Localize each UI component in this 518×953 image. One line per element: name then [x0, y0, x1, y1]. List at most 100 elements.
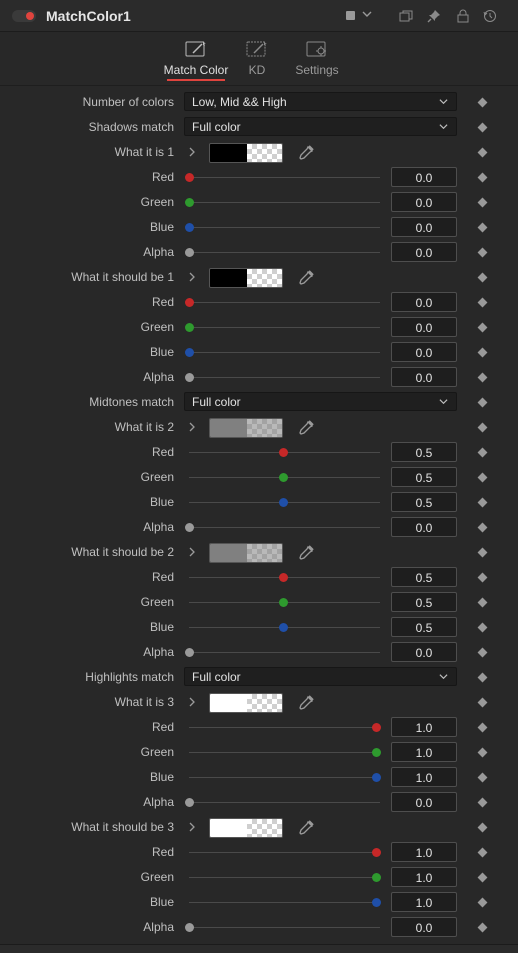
blue-value-field[interactable]: 0.5 [391, 617, 457, 637]
keyframe-diamond-icon[interactable] [477, 872, 488, 883]
chevron-right-icon[interactable] [187, 271, 197, 283]
green-slider-handle[interactable] [185, 198, 194, 207]
blue-value-field[interactable]: 1.0 [391, 767, 457, 787]
alpha-slider-handle[interactable] [185, 648, 194, 657]
blue-value-field[interactable]: 0.5 [391, 492, 457, 512]
alpha-value-field[interactable]: 0.0 [391, 642, 457, 662]
red-value-field[interactable]: 0.0 [391, 167, 457, 187]
green-slider-handle[interactable] [278, 473, 288, 482]
red-slider-track[interactable] [189, 727, 380, 728]
blue-value-field[interactable]: 0.0 [391, 217, 457, 237]
keyframe-diamond-icon[interactable] [477, 497, 488, 508]
alpha-slider-track[interactable] [189, 802, 380, 803]
keyframe-diamond-icon[interactable] [477, 597, 488, 608]
red-value-field[interactable]: 1.0 [391, 842, 457, 862]
keyframe-diamond-icon[interactable] [477, 522, 488, 533]
keyframe-diamond-icon[interactable] [477, 422, 488, 433]
keyframe-diamond-icon[interactable] [477, 822, 488, 833]
red-slider-track[interactable] [189, 177, 380, 178]
green-slider-track[interactable] [189, 327, 380, 328]
red-value-field[interactable]: 0.5 [391, 567, 457, 587]
keyframe-diamond-icon[interactable] [477, 147, 488, 158]
green-value-field[interactable]: 0.0 [391, 192, 457, 212]
eyedropper-icon[interactable] [298, 820, 314, 836]
green-value-field[interactable]: 1.0 [391, 742, 457, 762]
pin-icon[interactable] [426, 8, 442, 24]
chevron-right-icon[interactable] [187, 146, 197, 158]
keyframe-diamond-icon[interactable] [477, 547, 488, 558]
color-swatch[interactable] [209, 143, 283, 163]
keyframe-diamond-icon[interactable] [477, 272, 488, 283]
red-slider-handle[interactable] [185, 298, 194, 307]
keyframe-diamond-icon[interactable] [477, 472, 488, 483]
alpha-slider-handle[interactable] [185, 523, 194, 532]
alpha-slider-track[interactable] [189, 927, 380, 928]
green-value-field[interactable]: 0.5 [391, 467, 457, 487]
eyedropper-icon[interactable] [298, 545, 314, 561]
color-swatch[interactable] [209, 818, 283, 838]
chevron-right-icon[interactable] [187, 546, 197, 558]
keyframe-diamond-icon[interactable] [477, 722, 488, 733]
blue-slider-handle[interactable] [278, 498, 288, 507]
lock-icon[interactable] [455, 8, 471, 24]
red-value-field[interactable]: 0.0 [391, 292, 457, 312]
red-slider-handle[interactable] [278, 573, 288, 582]
keyframe-diamond-icon[interactable] [477, 672, 488, 683]
keyframe-diamond-icon[interactable] [477, 347, 488, 358]
red-value-field[interactable]: 0.5 [391, 442, 457, 462]
copy-icon[interactable] [398, 8, 414, 24]
alpha-slider-track[interactable] [189, 377, 380, 378]
reset-icon[interactable] [482, 8, 498, 24]
alpha-slider-track[interactable] [189, 652, 380, 653]
color-swatch[interactable] [209, 693, 283, 713]
keyframe-diamond-icon[interactable] [477, 197, 488, 208]
alpha-slider-handle[interactable] [185, 373, 194, 382]
keyframe-diamond-icon[interactable] [477, 122, 488, 133]
green-slider-track[interactable] [189, 877, 380, 878]
keyframe-diamond-icon[interactable] [477, 297, 488, 308]
green-slider-handle[interactable] [372, 873, 381, 882]
alpha-value-field[interactable]: 0.0 [391, 367, 457, 387]
blue-slider-track[interactable] [189, 227, 380, 228]
chevron-right-icon[interactable] [187, 821, 197, 833]
keyframe-diamond-icon[interactable] [477, 697, 488, 708]
keyframe-diamond-icon[interactable] [477, 747, 488, 758]
blue-slider-track[interactable] [189, 777, 380, 778]
node-color-swatch[interactable] [346, 11, 355, 20]
keyframe-diamond-icon[interactable] [477, 172, 488, 183]
red-slider-track[interactable] [189, 852, 380, 853]
alpha-slider-track[interactable] [189, 252, 380, 253]
red-slider-handle[interactable] [278, 448, 288, 457]
green-slider-handle[interactable] [278, 598, 288, 607]
eyedropper-icon[interactable] [298, 145, 314, 161]
red-value-field[interactable]: 1.0 [391, 717, 457, 737]
keyframe-diamond-icon[interactable] [477, 222, 488, 233]
red-slider-handle[interactable] [185, 173, 194, 182]
chevron-right-icon[interactable] [187, 696, 197, 708]
blue-value-field[interactable]: 0.0 [391, 342, 457, 362]
red-slider-handle[interactable] [372, 848, 381, 857]
keyframe-diamond-icon[interactable] [477, 797, 488, 808]
keyframe-diamond-icon[interactable] [477, 922, 488, 933]
eyedropper-icon[interactable] [298, 420, 314, 436]
keyframe-diamond-icon[interactable] [477, 247, 488, 258]
keyframe-diamond-icon[interactable] [477, 772, 488, 783]
alpha-value-field[interactable]: 0.0 [391, 242, 457, 262]
keyframe-diamond-icon[interactable] [477, 397, 488, 408]
tab-kd[interactable]: KD [236, 32, 278, 86]
alpha-slider-handle[interactable] [185, 923, 194, 932]
blue-slider-handle[interactable] [185, 223, 194, 232]
chevron-right-icon[interactable] [187, 421, 197, 433]
keyframe-diamond-icon[interactable] [477, 572, 488, 583]
node-enable-toggle[interactable] [12, 10, 36, 22]
blue-slider-handle[interactable] [278, 623, 288, 632]
eyedropper-icon[interactable] [298, 270, 314, 286]
blue-slider-handle[interactable] [185, 348, 194, 357]
keyframe-diamond-icon[interactable] [477, 647, 488, 658]
keyframe-diamond-icon[interactable] [477, 322, 488, 333]
keyframe-diamond-icon[interactable] [477, 447, 488, 458]
tab-settings[interactable]: Settings [290, 32, 344, 86]
tab-match-color[interactable]: Match Color [163, 32, 229, 86]
keyframe-diamond-icon[interactable] [477, 97, 488, 108]
green-slider-handle[interactable] [185, 323, 194, 332]
